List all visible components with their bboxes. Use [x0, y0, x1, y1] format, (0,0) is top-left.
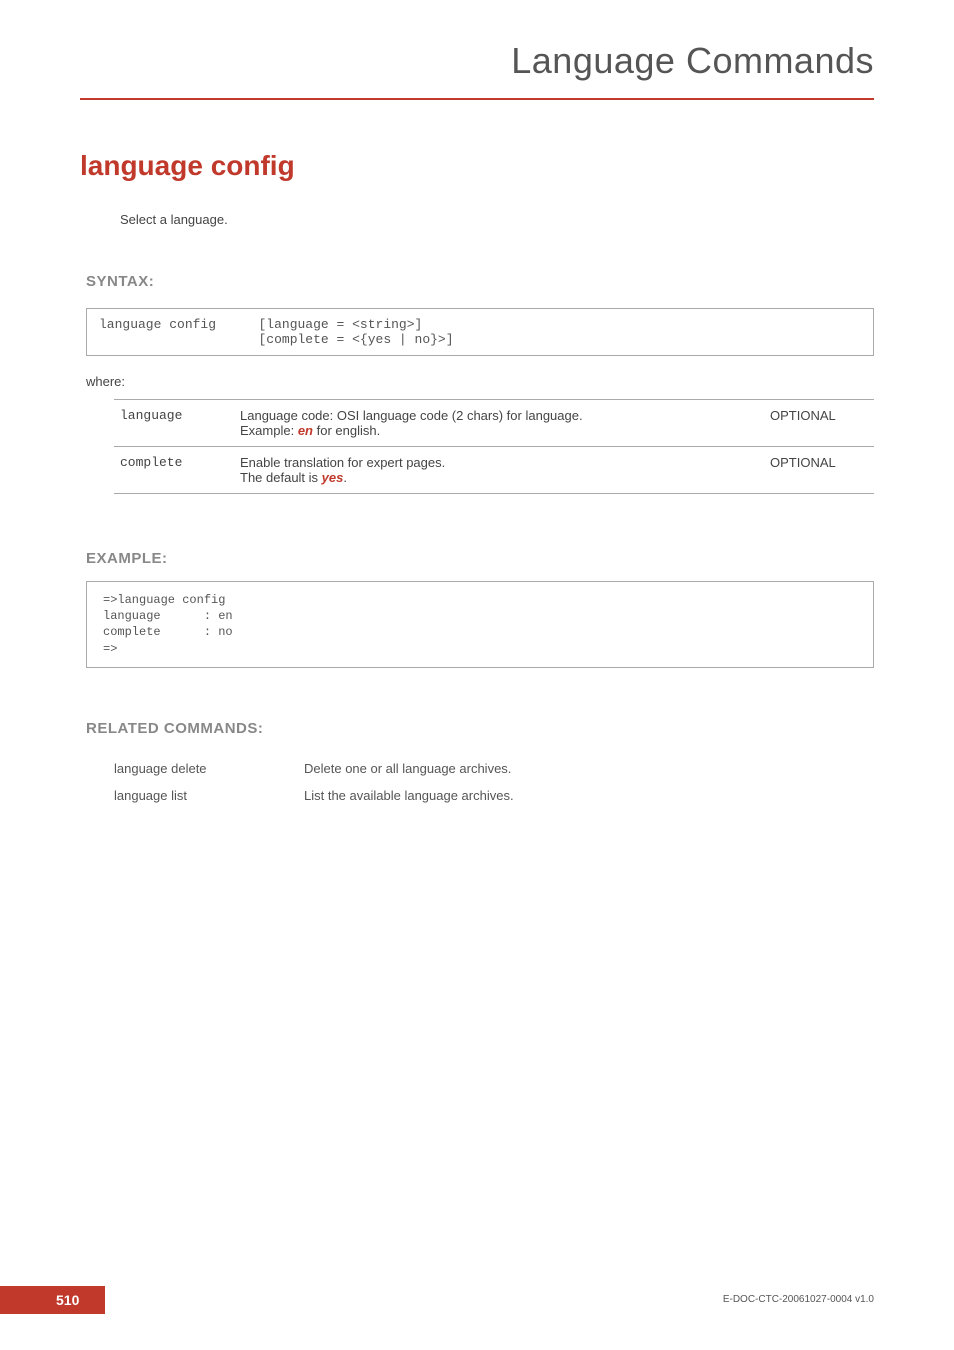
related-command-desc: Delete one or all language archives.: [304, 755, 514, 782]
param-flag: OPTIONAL: [764, 400, 874, 447]
param-name: language: [114, 400, 234, 447]
syntax-arg-line: [complete = <{yes | no}>]: [259, 332, 454, 347]
where-label: where:: [86, 374, 874, 389]
param-row: language Language code: OSI language cod…: [114, 400, 874, 447]
related-section: RELATED COMMANDS: language delete Delete…: [86, 720, 874, 809]
doc-code: E-DOC-CTC-20061027-0004 v1.0: [723, 1286, 874, 1305]
related-command-name[interactable]: language list: [114, 782, 304, 809]
param-desc: Enable translation for expert pages. The…: [234, 447, 764, 494]
syntax-args: [language = <string>][complete = <{yes |…: [247, 309, 874, 356]
param-desc-emph: en: [298, 423, 313, 438]
syntax-table: language config [language = <string>][co…: [86, 308, 874, 356]
syntax-command: language config: [87, 309, 247, 356]
example-output: =>language config language : en complete…: [86, 581, 874, 668]
related-label: RELATED COMMANDS:: [86, 720, 874, 737]
page-footer: 510 E-DOC-CTC-20061027-0004 v1.0: [0, 1286, 874, 1314]
param-desc-text: .: [343, 470, 347, 485]
related-row: language list List the available languag…: [114, 782, 514, 809]
syntax-label: SYNTAX:: [86, 273, 874, 290]
command-description: Select a language.: [120, 212, 228, 227]
related-command-desc: List the available language archives.: [304, 782, 514, 809]
param-desc-text: for english.: [313, 423, 380, 438]
param-desc-text: Language code: OSI language code (2 char…: [240, 408, 583, 438]
example-label: EXAMPLE:: [86, 550, 874, 567]
param-desc-emph: yes: [322, 470, 344, 485]
param-name: complete: [114, 447, 234, 494]
header-rule: [80, 98, 874, 100]
syntax-section: SYNTAX: language config [language = <str…: [86, 273, 874, 494]
syntax-arg-line: [language = <string>]: [259, 317, 423, 332]
params-table: language Language code: OSI language cod…: [114, 399, 874, 494]
param-row: complete Enable translation for expert p…: [114, 447, 874, 494]
related-command-name[interactable]: language delete: [114, 755, 304, 782]
related-table: language delete Delete one or all langua…: [114, 755, 514, 809]
page-number: 510: [0, 1286, 105, 1314]
param-desc: Language code: OSI language code (2 char…: [234, 400, 764, 447]
header-title: Language Commands: [511, 40, 874, 82]
example-section: EXAMPLE: =>language config language : en…: [86, 550, 874, 668]
related-row: language delete Delete one or all langua…: [114, 755, 514, 782]
param-flag: OPTIONAL: [764, 447, 874, 494]
command-title: language config: [80, 150, 295, 182]
